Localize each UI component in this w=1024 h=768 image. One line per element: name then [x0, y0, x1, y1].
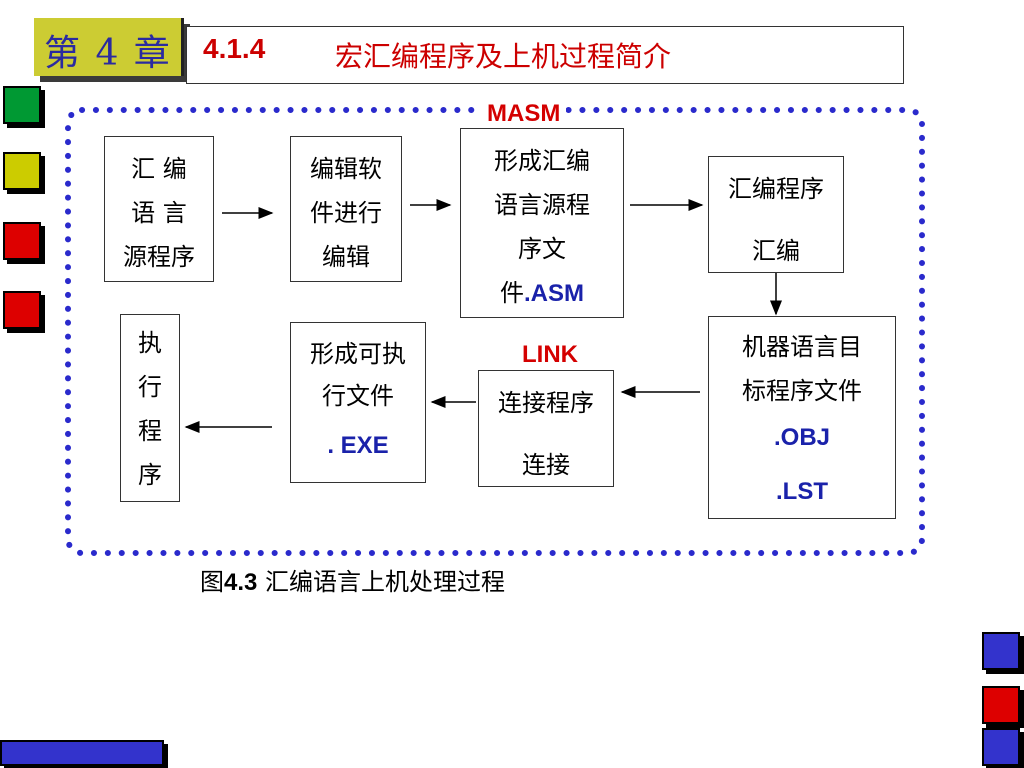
object-file-box: 机器语言目 标程序文件 .OBJ .LST: [708, 316, 896, 519]
masm-label: MASM: [481, 100, 567, 128]
box-line: 连接: [522, 451, 570, 479]
box-line: 汇 编: [131, 155, 187, 183]
box-line: 语 言: [131, 199, 187, 227]
box-line: 形成汇编: [494, 147, 590, 175]
linker-box: 连接程序 连接: [478, 370, 614, 487]
box-line: 形成可执: [310, 340, 406, 368]
caption-prefix: 图: [200, 568, 224, 596]
box-line: 标程序文件: [742, 377, 862, 405]
box-text: 件: [500, 279, 524, 307]
box-line: 序: [138, 461, 162, 489]
caption-number: 4.3: [224, 569, 258, 596]
run-program-box: 执 行 程 序: [120, 314, 180, 502]
box-line: 序文: [518, 235, 566, 263]
editor-box: 编辑软 件进行 编辑: [290, 136, 402, 282]
box-line: 连接程序: [498, 389, 594, 417]
box-line: 程: [138, 417, 162, 445]
asm-file-box: 形成汇编 语言源程 序文 件.ASM: [460, 128, 624, 318]
box-line: 行: [138, 373, 162, 401]
box-line: 件.ASM: [461, 271, 623, 316]
exe-extension: . EXE: [327, 432, 389, 459]
link-label: LINK: [516, 341, 584, 369]
asm-extension: .ASM: [524, 280, 584, 307]
box-line: 编辑软: [310, 155, 382, 183]
lst-extension: .LST: [776, 478, 828, 505]
box-line: 语言源程: [494, 191, 590, 219]
box-line: 源程序: [123, 243, 195, 271]
box-line: 机器语言目: [742, 333, 862, 361]
box-line: 执: [138, 329, 162, 357]
caption-text: 汇编语言上机处理过程: [257, 568, 506, 596]
box-line: 编辑: [322, 243, 370, 271]
box-line: 行文件: [322, 382, 394, 410]
executable-file-box: 形成可执 行文件 . EXE: [290, 322, 426, 483]
box-line: 件进行: [310, 199, 382, 227]
assembler-box: 汇编程序 汇编: [708, 156, 844, 273]
obj-extension: .OBJ: [773, 424, 830, 451]
box-line: 汇编: [752, 237, 800, 265]
source-program-box: 汇 编 语 言 源程序: [104, 136, 214, 282]
box-line: 汇编程序: [728, 175, 824, 203]
figure-caption: 图4.3 汇编语言上机处理过程: [200, 562, 505, 597]
